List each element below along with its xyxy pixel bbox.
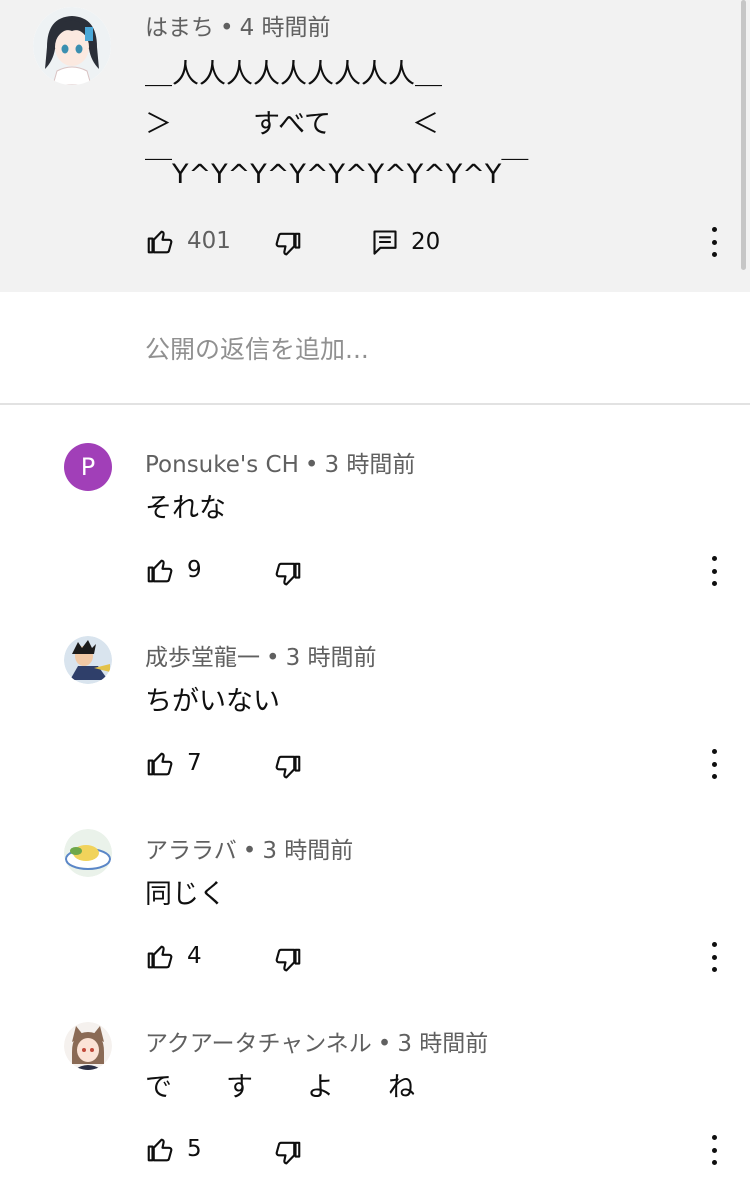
comment-text-line-1: ＿人人人人人人人人人＿	[145, 59, 442, 90]
like-count: 401	[187, 228, 231, 254]
thumb-up-icon	[147, 559, 173, 583]
more-options-button[interactable]	[704, 227, 724, 257]
dislike-button[interactable]	[273, 753, 303, 783]
avatar[interactable]	[64, 829, 112, 877]
like-count: 7	[187, 750, 202, 776]
thumb-down-icon	[275, 755, 301, 779]
comment-meta: Ponsuke's CH • 3 時間前	[145, 452, 416, 478]
more-options-button[interactable]	[704, 1135, 724, 1165]
divider	[0, 403, 750, 405]
author-name[interactable]: Ponsuke's CH	[145, 452, 299, 478]
thumb-up-icon	[147, 1138, 173, 1162]
comment-time[interactable]: 3 時間前	[397, 1031, 488, 1057]
thumb-down-icon	[275, 232, 301, 256]
add-reply-input[interactable]: 公開の返信を追加...	[145, 330, 369, 366]
avatar[interactable]	[64, 1022, 112, 1070]
author-name[interactable]: はまち	[145, 15, 214, 41]
thumb-up-icon	[147, 230, 173, 254]
comment-meta: 成歩堂龍一 • 3 時間前	[145, 645, 377, 671]
comment-time[interactable]: 3 時間前	[324, 452, 415, 478]
thumb-up-icon	[147, 945, 173, 969]
avatar-initial: P	[80, 453, 96, 481]
comment-meta: はまち • 4 時間前	[145, 15, 331, 41]
like-button[interactable]: 5	[145, 1134, 202, 1164]
comment-time[interactable]: 3 時間前	[262, 838, 353, 864]
comment-text: で す よ ね	[145, 1072, 415, 1103]
comment-text: ちがいない	[145, 686, 280, 717]
like-count: 9	[187, 557, 202, 583]
more-vert-icon	[711, 942, 717, 947]
dislike-button[interactable]	[273, 230, 303, 260]
thumb-down-icon	[275, 562, 301, 586]
reply-button[interactable]: 20	[371, 228, 440, 256]
avatar[interactable]: P	[64, 443, 112, 491]
comment-meta: アクアータチャンネル • 3 時間前	[145, 1031, 489, 1057]
reply-icon	[373, 230, 397, 255]
dislike-button[interactable]	[273, 560, 303, 590]
comment-text: 同じく	[145, 879, 226, 910]
like-button[interactable]: 401	[145, 226, 231, 256]
scrollbar[interactable]	[741, 0, 746, 270]
more-vert-icon	[711, 749, 717, 754]
top-comment: はまち • 4 時間前 ＿人人人人人人人人人＿ ＞ すべて ＜ ￣Y^Y^Y^Y^Y…	[0, 0, 750, 292]
dislike-button[interactable]	[273, 946, 303, 976]
reply-count: 20	[411, 229, 441, 255]
like-button[interactable]: 4	[145, 941, 202, 971]
dislike-button[interactable]	[273, 1139, 303, 1169]
comment-meta: アララバ • 3 時間前	[145, 838, 354, 864]
avatar[interactable]	[64, 636, 112, 684]
author-name[interactable]: アララバ	[145, 838, 237, 864]
author-name[interactable]: 成歩堂龍一	[145, 645, 260, 671]
like-button[interactable]: 9	[145, 555, 202, 585]
comment-text-line-3: ￣Y^Y^Y^Y^Y^Y^Y^Y^Y￣	[145, 159, 529, 190]
more-vert-icon	[711, 1135, 717, 1140]
like-count: 5	[187, 1136, 202, 1162]
avatar[interactable]	[33, 7, 111, 85]
comment-text: それな	[145, 493, 226, 524]
author-name[interactable]: アクアータチャンネル	[145, 1031, 372, 1057]
more-options-button[interactable]	[704, 556, 724, 586]
more-options-button[interactable]	[704, 749, 724, 779]
comment-time[interactable]: 3 時間前	[286, 645, 377, 671]
more-vert-icon	[711, 227, 717, 232]
thumb-down-icon	[275, 948, 301, 972]
comment-time[interactable]: 4 時間前	[240, 15, 331, 41]
more-vert-icon	[711, 556, 717, 561]
more-options-button[interactable]	[704, 942, 724, 972]
comment-text-line-2: ＞ すべて ＜	[145, 109, 440, 140]
like-button[interactable]: 7	[145, 748, 202, 778]
thumb-down-icon	[275, 1141, 301, 1165]
like-count: 4	[187, 943, 202, 969]
thumb-up-icon	[147, 752, 173, 776]
